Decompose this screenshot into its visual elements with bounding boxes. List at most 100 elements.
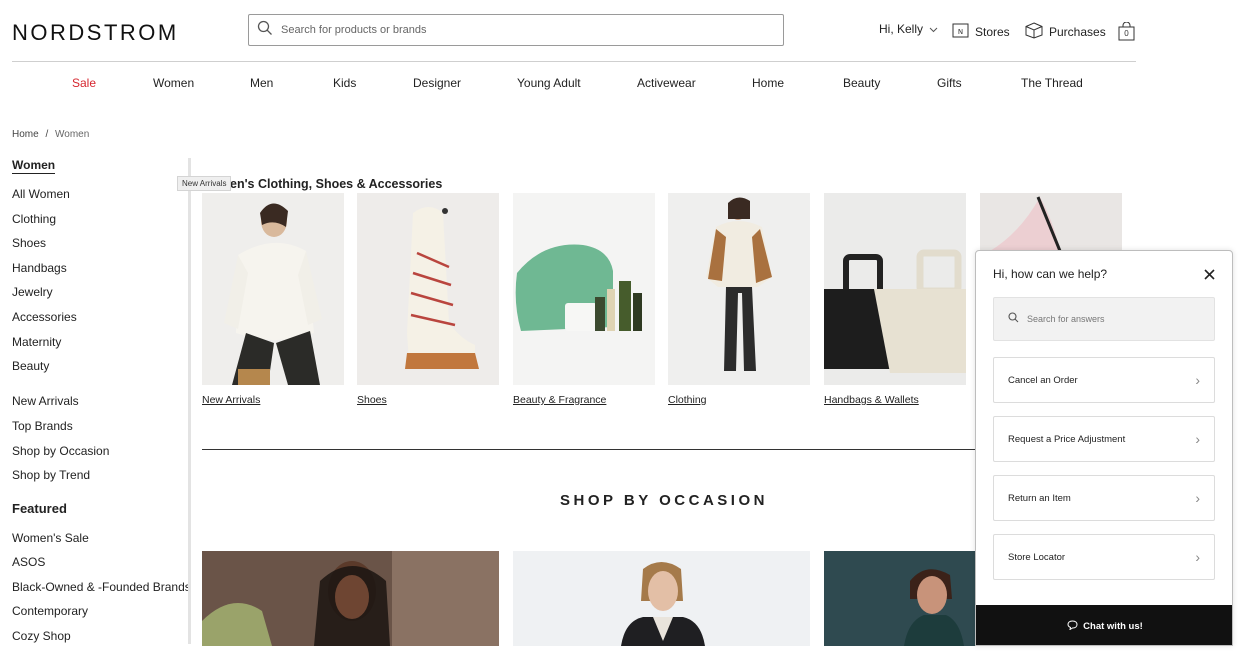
category-label-clothing[interactable]: Clothing <box>668 394 707 406</box>
search-icon <box>1008 310 1019 328</box>
product-image-sweater <box>202 193 344 385</box>
category-tile-shoes[interactable] <box>357 193 499 385</box>
sidebar-item-shoes[interactable]: Shoes <box>12 236 46 250</box>
nav-gifts[interactable]: Gifts <box>937 76 962 90</box>
chevron-right-icon: › <box>1195 431 1200 447</box>
section-divider <box>202 449 982 450</box>
help-option-cancel-order[interactable]: Cancel an Order › <box>993 357 1215 403</box>
occasion-image-2 <box>513 551 810 646</box>
sidebar-item-cozy-shop[interactable]: Cozy Shop <box>12 629 71 643</box>
nordstrom-logo[interactable]: NORDSTROM <box>12 20 179 46</box>
sidebar-heading-featured: Featured <box>12 501 67 516</box>
product-image-beauty <box>513 193 655 385</box>
product-image-boot <box>357 193 499 385</box>
search-input[interactable] <box>281 24 761 36</box>
nav-beauty[interactable]: Beauty <box>843 76 880 90</box>
category-tile-handbags[interactable] <box>824 193 966 385</box>
breadcrumb-home[interactable]: Home <box>12 129 39 140</box>
sidebar-scrollbar[interactable] <box>188 158 191 644</box>
sidebar-item-black-owned-brands[interactable]: Black-Owned & -Founded Brands <box>12 580 191 594</box>
occasion-tile-2[interactable] <box>513 551 810 646</box>
help-option-price-adjustment[interactable]: Request a Price Adjustment › <box>993 416 1215 462</box>
nav-activewear[interactable]: Activewear <box>637 76 696 90</box>
breadcrumb: Home / Women <box>12 129 89 140</box>
chevron-right-icon: › <box>1195 490 1200 506</box>
chat-bubble-icon <box>1067 619 1078 633</box>
help-option-label: Cancel an Order <box>1008 374 1078 386</box>
sidebar-item-new-arrivals[interactable]: New Arrivals <box>12 394 79 408</box>
sidebar-item-shop-by-trend[interactable]: Shop by Trend <box>12 468 90 482</box>
category-label-handbags-wallets[interactable]: Handbags & Wallets <box>824 394 919 406</box>
help-search-input[interactable] <box>1027 314 1197 324</box>
sidebar-item-womens-sale[interactable]: Women's Sale <box>12 531 89 545</box>
chevron-down-icon <box>929 22 938 36</box>
chat-button[interactable]: Chat with us! <box>976 605 1232 645</box>
greeting-label: Hi, Kelly <box>879 22 924 36</box>
stores-label: Stores <box>975 24 1010 39</box>
sidebar-item-clothing[interactable]: Clothing <box>12 212 56 226</box>
breadcrumb-separator: / <box>45 129 49 140</box>
sidebar-item-handbags[interactable]: Handbags <box>12 261 67 275</box>
nav-the-thread[interactable]: The Thread <box>1021 76 1083 90</box>
category-label-new-arrivals[interactable]: New Arrivals <box>202 394 260 406</box>
help-option-label: Request a Price Adjustment <box>1008 433 1126 445</box>
sidebar-item-top-brands[interactable]: Top Brands <box>12 419 73 433</box>
product-image-shoe-partial <box>980 193 1122 251</box>
sidebar-item-asos[interactable]: ASOS <box>12 555 45 569</box>
sidebar-item-jewelry[interactable]: Jewelry <box>12 285 53 299</box>
top-navigation: Sale Women Men Kids Designer Young Adult… <box>0 76 1240 90</box>
nav-home[interactable]: Home <box>752 76 784 90</box>
product-image-jacket <box>668 193 810 385</box>
nav-women[interactable]: Women <box>153 76 194 90</box>
category-tile-beauty[interactable] <box>513 193 655 385</box>
help-option-store-locator[interactable]: Store Locator › <box>993 534 1215 580</box>
shopping-bag-icon: 0 <box>1117 21 1136 41</box>
category-tile-clothing[interactable] <box>668 193 810 385</box>
category-tile-partial[interactable] <box>980 193 1122 251</box>
purchases-label: Purchases <box>1049 25 1106 39</box>
store-icon: N <box>952 22 969 41</box>
help-search[interactable] <box>993 297 1215 341</box>
sidebar-item-maternity[interactable]: Maternity <box>12 335 61 349</box>
search-bar[interactable] <box>248 14 784 46</box>
category-label-beauty-fragrance[interactable]: Beauty & Fragrance <box>513 394 606 406</box>
tooltip: New Arrivals <box>177 176 232 191</box>
help-title: Hi, how can we help? <box>993 267 1108 281</box>
chevron-right-icon: › <box>1195 372 1200 388</box>
close-icon[interactable] <box>1204 267 1215 283</box>
occasion-tile-1[interactable] <box>202 551 499 646</box>
box-icon <box>1025 22 1043 42</box>
sidebar-heading-women[interactable]: Women <box>12 158 56 174</box>
svg-text:N: N <box>958 28 963 36</box>
chat-label: Chat with us! <box>1083 620 1143 632</box>
sidebar-item-shop-by-occasion[interactable]: Shop by Occasion <box>12 444 109 458</box>
sidebar-item-accessories[interactable]: Accessories <box>12 310 77 324</box>
search-icon <box>257 20 273 41</box>
occasion-tile-3[interactable] <box>824 551 976 646</box>
breadcrumb-current: Women <box>55 129 90 140</box>
section-title: en's Clothing, Shoes & Accessories <box>230 177 443 191</box>
purchases-link[interactable]: Purchases <box>1025 22 1106 42</box>
nav-sale[interactable]: Sale <box>72 76 96 90</box>
sidebar-item-beauty[interactable]: Beauty <box>12 359 49 373</box>
nav-kids[interactable]: Kids <box>333 76 356 90</box>
header-divider <box>12 61 1136 62</box>
nav-designer[interactable]: Designer <box>413 76 461 90</box>
help-panel: Hi, how can we help? Cancel an Order › R… <box>975 250 1233 646</box>
help-option-return-item[interactable]: Return an Item › <box>993 475 1215 521</box>
stores-link[interactable]: N Stores <box>952 22 1010 41</box>
bag-count: 0 <box>1124 29 1129 38</box>
help-option-label: Return an Item <box>1008 492 1071 504</box>
occasion-image-3 <box>824 551 976 646</box>
sidebar-item-contemporary[interactable]: Contemporary <box>12 604 88 618</box>
sidebar-item-all-women[interactable]: All Women <box>12 187 70 201</box>
help-option-label: Store Locator <box>1008 551 1066 563</box>
account-menu[interactable]: Hi, Kelly <box>879 22 938 36</box>
occasion-image-1 <box>202 551 499 646</box>
nav-men[interactable]: Men <box>250 76 273 90</box>
product-image-handbag <box>824 193 966 385</box>
shopping-bag-button[interactable]: 0 <box>1117 21 1136 41</box>
nav-young-adult[interactable]: Young Adult <box>517 76 581 90</box>
category-label-shoes[interactable]: Shoes <box>357 394 387 406</box>
category-tile-new-arrivals[interactable] <box>202 193 344 385</box>
